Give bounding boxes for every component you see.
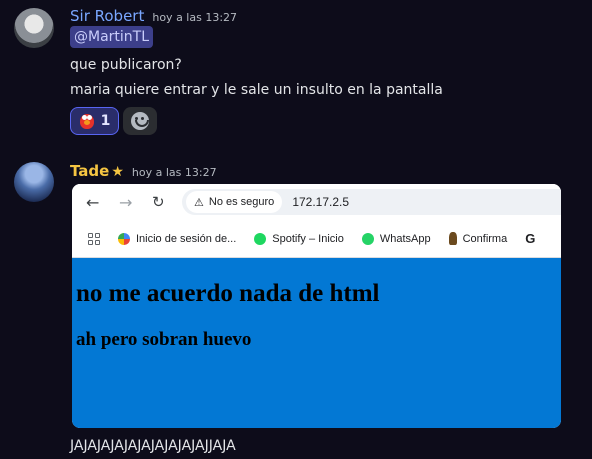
- add-reaction-button[interactable]: [123, 107, 157, 135]
- confirma-icon: [448, 232, 457, 245]
- user-mention[interactable]: @MartinTL: [70, 26, 154, 48]
- page-subheading: ah pero sobran huevo: [76, 329, 252, 350]
- star-icon: ★: [111, 164, 124, 180]
- bookmark-label: Confirma: [462, 232, 508, 245]
- bookmark-item: Inicio de sesión de...: [118, 232, 237, 245]
- warning-icon: ⚠: [194, 196, 204, 209]
- avatar[interactable]: [14, 8, 54, 48]
- reaction-elmo[interactable]: 1: [70, 107, 119, 135]
- username[interactable]: Tade ★: [70, 162, 124, 180]
- elmo-emoji-icon: [79, 112, 95, 130]
- security-label: No es seguro: [208, 196, 275, 208]
- bookmark-item: Spotify – Inicio: [254, 232, 344, 245]
- message-header: Tade ★ hoy a las 13:27: [70, 162, 217, 180]
- forward-arrow-icon: →: [119, 193, 133, 212]
- timestamp: hoy a las 13:27: [131, 166, 217, 179]
- spotify-icon: [254, 232, 267, 245]
- bookmark-label: WhatsApp: [379, 232, 431, 245]
- username-text: Tade: [70, 162, 110, 180]
- back-arrow-icon: ←: [86, 193, 100, 212]
- image-attachment[interactable]: ← → ↻ ⚠ No es seguro 172.17.2.5 Inicio d…: [72, 184, 561, 428]
- bookmark-item: WhatsApp: [361, 232, 431, 245]
- message-text: maria quiere entrar y le sale un insulto…: [70, 82, 443, 98]
- username[interactable]: Sir Robert: [70, 7, 144, 25]
- bookmark-item: Confirma: [448, 232, 508, 245]
- reaction-count: 1: [100, 113, 111, 129]
- address-bar: ⚠ No es seguro 172.17.2.5: [182, 189, 561, 215]
- whatsapp-icon: [361, 232, 374, 245]
- browser-toolbar: ← → ↻ ⚠ No es seguro 172.17.2.5: [72, 184, 561, 220]
- reactions-bar: 1: [70, 107, 157, 135]
- page-heading: no me acuerdo nada de html: [76, 280, 380, 307]
- bookmark-label: Inicio de sesión de...: [136, 232, 237, 245]
- google-g-icon: [118, 232, 130, 245]
- apps-grid-icon: [88, 232, 100, 245]
- smile-icon: [131, 112, 149, 130]
- message-header: Sir Robert hoy a las 13:27: [70, 7, 237, 25]
- bookmark-label: Spotify – Inicio: [272, 232, 344, 245]
- timestamp: hoy a las 13:27: [152, 11, 238, 24]
- message-text: JAJAJAJAJAJAJAJAJAJAJJAJA: [70, 438, 236, 454]
- bookmarks-bar: Inicio de sesión de... Spotify – Inicio …: [72, 220, 561, 258]
- google-icon: G: [525, 231, 536, 246]
- message-text: que publicaron?: [70, 57, 182, 73]
- chat-view: Sir Robert hoy a las 13:27 @MartinTL que…: [0, 0, 592, 459]
- reload-icon: ↻: [152, 193, 165, 211]
- webpage-content: no me acuerdo nada de html ah pero sobra…: [72, 258, 561, 428]
- avatar[interactable]: [14, 162, 54, 202]
- security-chip: ⚠ No es seguro: [186, 191, 283, 213]
- url-text: 172.17.2.5: [292, 195, 350, 209]
